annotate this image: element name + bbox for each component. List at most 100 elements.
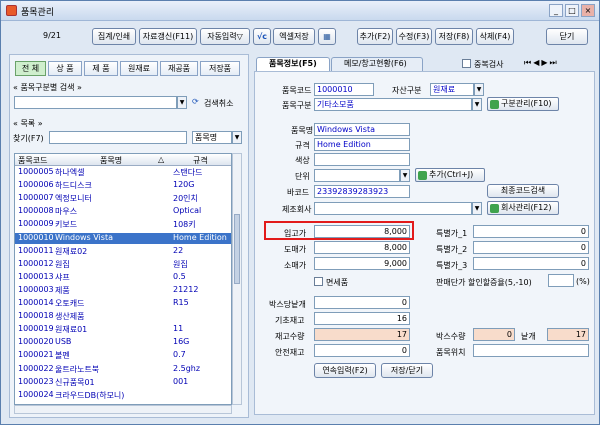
window-title: 품목관리 [21,8,55,18]
chevron-down-icon[interactable]: ▼ [472,98,482,111]
table-row[interactable]: 1000007 엑정모니터 20인치 [15,193,231,204]
record-counter: 9/21 [43,31,61,40]
chart-icon[interactable]: √c [253,28,271,45]
tax-free-checkbox[interactable] [314,277,323,286]
category-goods[interactable]: 상 품 [48,61,82,76]
chevron-down-icon[interactable]: ▼ [472,202,482,215]
save-close-button[interactable]: 저장/닫기 [381,363,433,378]
table-row[interactable]: 1000023 신규품목01 001 [15,377,231,388]
calculator-icon[interactable]: ▦ [318,28,336,45]
table-row[interactable]: 1000022 울트라노트북 2.5ghz [15,364,231,375]
table-row[interactable]: 1000010 Windows Vista Home Edition [15,232,231,244]
category-all[interactable]: 전 체 [15,61,46,76]
tab-memo-warehouse[interactable]: 메모/창고현황(F6) [331,57,423,71]
nav-arrows-icon[interactable]: ⏮◀▶⏭ [524,58,559,68]
discount-field[interactable] [548,274,574,287]
cell-code: 1000014 [18,298,54,307]
table-row[interactable]: 1000020 USB 16G [15,337,231,348]
maker-select[interactable] [314,202,472,215]
cell-code: 1000011 [18,245,54,255]
category-raw[interactable]: 원재료 [120,61,158,76]
chevron-down-icon[interactable]: ▼ [177,96,187,109]
retail-field[interactable]: 9,000 [314,257,410,270]
chevron-down-icon[interactable]: ▼ [232,131,242,144]
list-scrollbar[interactable] [232,153,242,405]
col-code[interactable]: 품목코드 [18,155,47,166]
color-field[interactable] [314,153,410,166]
table-row[interactable]: 1000003 제품 21212 [15,285,231,296]
cell-name: 볼펜 [55,351,70,361]
sort-icon[interactable]: △ [158,155,164,164]
table-row[interactable]: 1000005 하나엑셀 스탠다드 [15,167,231,178]
wholesale-field[interactable]: 8,000 [314,241,410,254]
stock-field: 17 [314,328,410,341]
base-stock-field[interactable]: 16 [314,312,410,325]
col-name[interactable]: 품목명 [100,155,122,166]
table-row[interactable]: 1000021 볼펜 0.7 [15,350,231,361]
list-hscrollbar[interactable] [14,405,232,414]
company-manage-label: 회사관리(F12) [501,203,552,212]
tab-item-info[interactable]: 품목정보(F5) [256,57,330,71]
add-button[interactable]: 추가(F2) [357,28,393,45]
barcode-search-button[interactable]: 최종코드검색 [487,184,559,198]
cell-name: 원재료02 [55,246,88,256]
location-field[interactable] [473,344,589,357]
chevron-down-icon[interactable]: ▼ [400,169,410,182]
table-row[interactable]: 1000008 마우스 Optical [15,206,231,217]
category-search-select[interactable] [14,96,177,109]
close-window-button[interactable]: × [581,4,595,17]
category-wip[interactable]: 재공품 [160,61,198,76]
category-product[interactable]: 제 품 [84,61,118,76]
chevron-down-icon[interactable]: ▼ [474,83,484,96]
in-price-field[interactable]: 8,000 [314,225,410,238]
continue-input-button[interactable]: 연속입력(F2) [314,363,376,378]
recalc-button[interactable]: 자료갱신(F11) [139,28,197,45]
table-row[interactable]: 1000011 원재료02 22 [15,245,231,257]
cell-name: 울트라노트북 [55,364,100,374]
unit-select[interactable] [314,169,400,182]
group-select[interactable]: 기타소모품 [314,98,472,111]
save-button[interactable]: 저장(F8) [435,28,473,45]
col-spec[interactable]: 규격 [193,155,208,166]
print-button[interactable]: 집계/인쇄 [92,28,136,45]
unit-add-button[interactable]: 추가(Ctrl+J) [415,168,485,182]
box-count-label: 박스수량 [436,332,466,341]
category-storage[interactable]: 저장품 [200,61,240,76]
box-qty-field[interactable]: 0 [314,296,410,309]
minimize-button[interactable]: _ [549,4,563,17]
table-row[interactable]: 1000006 하드디스크 120G [15,180,231,191]
maximize-button[interactable]: □ [565,4,579,17]
special-price-1-field[interactable]: 0 [473,225,589,238]
close-button[interactable]: 닫기 [546,28,588,45]
auto-input-button[interactable]: 자동입력▽ [200,28,250,45]
code-field[interactable]: 1000010 [314,83,374,96]
scroll-thumb[interactable] [234,214,240,284]
table-row[interactable]: 1000024 크라우드DB(하모니) [15,390,231,401]
find-field-select[interactable]: 품목명 [192,131,232,144]
special-price-3-field[interactable]: 0 [473,257,589,270]
table-row[interactable]: 1000013 샤프 0.5 [15,272,231,283]
group-manage-label: 구분관리(F10) [501,99,552,108]
table-row[interactable]: 1000014 오토캐드 R15 [15,298,231,309]
clear-search-button[interactable]: 검색취소 [204,98,233,109]
edit-button[interactable]: 수정(F3) [396,28,432,45]
table-row[interactable]: 1000019 원재료01 11 [15,324,231,335]
excel-save-button[interactable]: 엑셀저장 [273,28,315,45]
refresh-icon[interactable]: ⟳ [192,97,199,106]
cell-spec: 108키 [173,220,196,230]
table-row[interactable]: 1000012 원집 원집 [15,259,231,270]
asset-select[interactable]: 원재료 [430,83,474,96]
table-row[interactable]: 1000018 생산제품 [15,311,231,322]
table-row[interactable]: 1000009 키보드 108키 [15,219,231,230]
dup-check-checkbox[interactable] [462,59,471,68]
safe-stock-field[interactable]: 0 [314,344,410,357]
list-section-label: « 목록 » [13,119,43,128]
delete-button[interactable]: 삭제(F4) [476,28,514,45]
group-manage-button[interactable]: 구분관리(F10) [487,97,559,111]
barcode-field[interactable]: 23392839283923 [314,185,410,198]
company-manage-button[interactable]: 회사관리(F12) [487,201,559,215]
find-input[interactable] [49,131,187,144]
special-price-2-field[interactable]: 0 [473,241,589,254]
spec-field[interactable]: Home Edition [314,138,410,151]
name-field[interactable]: Windows Vista [314,123,410,136]
